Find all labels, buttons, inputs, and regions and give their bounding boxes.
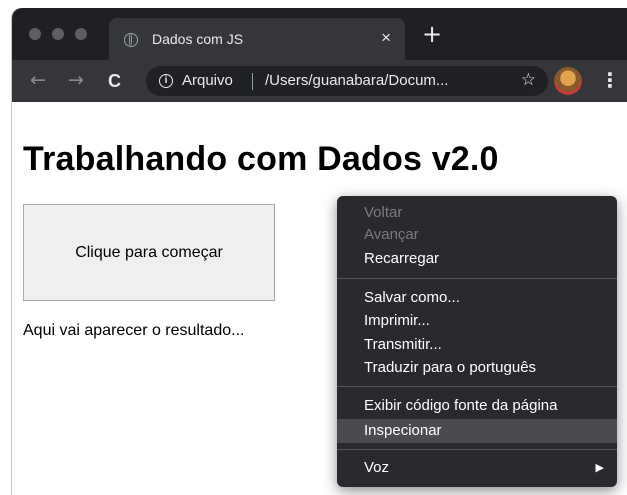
context-menu: Voltar Avançar Recarregar Salvar como...… — [337, 196, 617, 487]
menu-separator — [337, 278, 617, 279]
menu-item-salvar-como[interactable]: Salvar como... — [337, 287, 617, 309]
close-icon[interactable]: × — [381, 28, 391, 48]
close-window-button[interactable] — [29, 28, 41, 40]
menu-item-inspecionar[interactable]: Inspecionar — [337, 419, 617, 443]
minimize-window-button[interactable] — [52, 28, 64, 40]
submenu-arrow-icon: ▶ — [595, 461, 604, 474]
tab-title: Dados com JS — [152, 31, 244, 47]
result-text: Aqui vai aparecer o resultado... — [23, 322, 245, 339]
menu-item-avancar: Avançar — [364, 226, 419, 243]
page-title: Trabalhando com Dados v2.0 — [23, 140, 499, 178]
address-divider — [252, 73, 253, 90]
tab-dados-com-js[interactable]: Dados com JS × — [109, 18, 405, 60]
menu-item-voz-label: Voz — [364, 459, 390, 476]
url-text[interactable]: /Users/guanabara/Docum... — [265, 72, 448, 89]
menu-separator — [337, 386, 617, 387]
info-icon[interactable]: i — [159, 74, 173, 88]
start-button[interactable]: Clique para começar — [23, 204, 275, 301]
forward-arrow-icon[interactable]: → — [68, 69, 84, 91]
menu-item-recarregar[interactable]: Recarregar — [337, 248, 617, 270]
browser-toolbar: ← → C i Arquivo /Users/guanabara/Docum..… — [12, 60, 627, 102]
menu-item-voz[interactable]: Voz ▶ — [337, 457, 617, 479]
zoom-window-button[interactable] — [75, 28, 87, 40]
menu-item-exibir-codigo-fonte[interactable]: Exibir código fonte da página — [337, 395, 617, 417]
avatar[interactable] — [554, 67, 582, 95]
origin-chip[interactable]: Arquivo — [182, 72, 233, 89]
address-bar[interactable]: i Arquivo /Users/guanabara/Docum... ☆ — [146, 66, 548, 96]
menu-separator — [337, 449, 617, 450]
menu-item-voltar: Voltar — [364, 204, 403, 221]
title-bar: Dados com JS × + — [12, 8, 627, 60]
globe-icon — [124, 33, 138, 47]
star-icon[interactable]: ☆ — [521, 70, 536, 90]
menu-item-traduzir[interactable]: Traduzir para o português — [337, 357, 617, 379]
more-menu-icon[interactable]: ⋮ — [600, 69, 620, 91]
menu-item-imprimir[interactable]: Imprimir... — [337, 310, 617, 332]
new-tab-button[interactable]: + — [422, 22, 442, 46]
back-arrow-icon[interactable]: ← — [30, 69, 46, 91]
reload-icon[interactable]: C — [108, 70, 121, 92]
menu-item-transmitir[interactable]: Transmitir... — [337, 334, 617, 356]
